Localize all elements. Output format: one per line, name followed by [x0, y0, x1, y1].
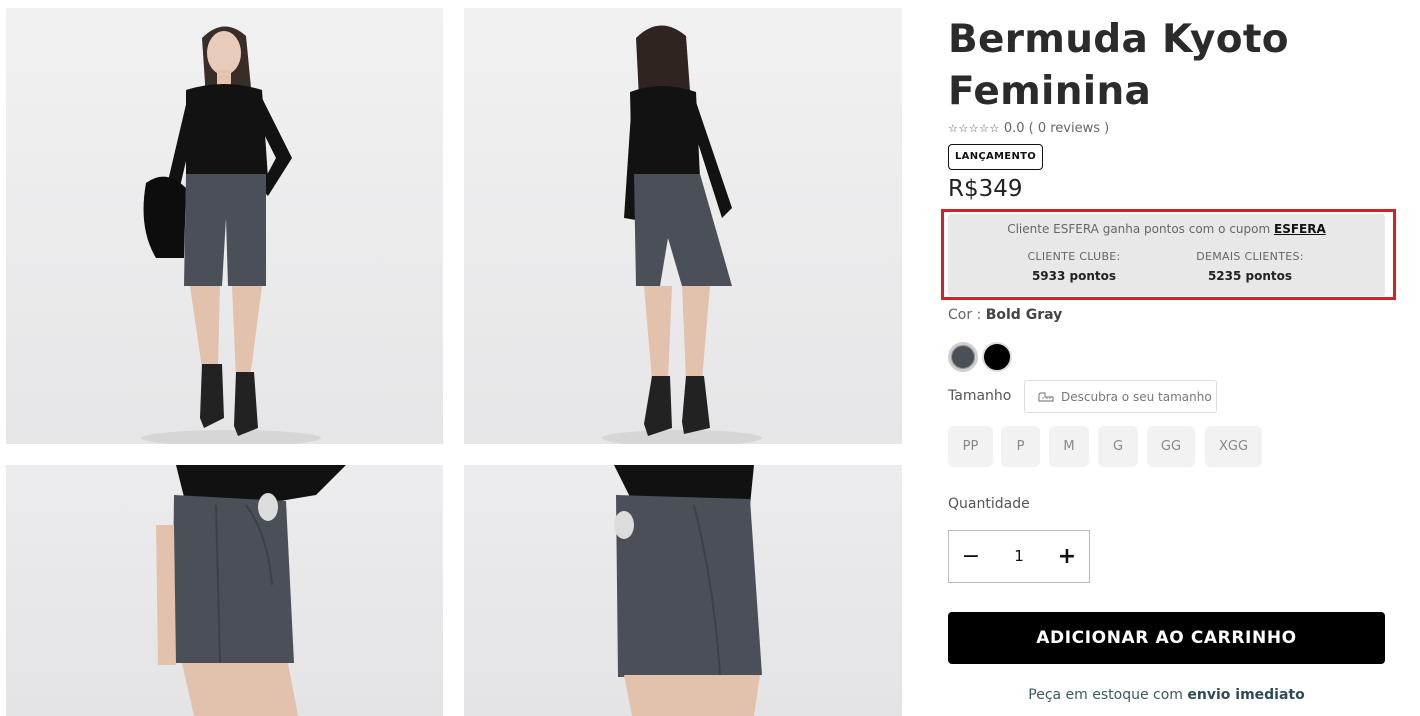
product-photo-back[interactable] — [464, 8, 902, 444]
product-price: R$349 — [948, 176, 1023, 202]
rating-text: 0.0 ( 0 reviews ) — [1003, 121, 1110, 136]
ruler-icon — [1038, 391, 1054, 402]
quantity-label: Quantidade — [948, 496, 1030, 512]
size-option-p[interactable]: P — [1001, 426, 1040, 467]
color-label: Cor : — [948, 307, 982, 323]
model-back-illustration — [602, 25, 762, 444]
product-photo-front[interactable] — [6, 8, 443, 444]
size-guide-button[interactable]: Descubra o seu tamanho — [1024, 380, 1217, 413]
stock-prefix: Peça em estoque com — [1028, 687, 1183, 703]
stock-message: Peça em estoque com envio imediato — [948, 687, 1385, 703]
product-title: Bermuda Kyoto Feminina — [948, 17, 1289, 114]
size-label: Tamanho — [948, 388, 1012, 404]
quantity-value[interactable]: 1 — [993, 531, 1045, 582]
rating-summary[interactable]: ☆☆☆☆☆ 0.0 ( 0 reviews ) — [948, 121, 1109, 136]
color-swatch-black[interactable] — [982, 342, 1012, 372]
size-guide-label: Descubra o seu tamanho — [1061, 389, 1212, 404]
shorts-side-detail-illustration — [156, 465, 346, 716]
quantity-stepper: − 1 + — [948, 530, 1090, 583]
color-selected-name: Bold Gray — [985, 307, 1063, 323]
highlight-outline — [941, 209, 1396, 300]
stock-highlight: envio imediato — [1187, 687, 1305, 703]
model-front-illustration — [141, 26, 321, 444]
size-option-gg[interactable]: GG — [1147, 426, 1195, 467]
size-option-xgg[interactable]: XGG — [1205, 426, 1262, 467]
quantity-plus-icon[interactable]: + — [1045, 531, 1089, 582]
size-option-g[interactable]: G — [1098, 426, 1138, 467]
quantity-minus-icon[interactable]: − — [949, 531, 993, 582]
color-swatch-bold-gray[interactable] — [948, 342, 978, 372]
launch-badge: LANÇAMENTO — [948, 144, 1044, 170]
product-photo-side-detail[interactable] — [6, 465, 443, 716]
size-option-m[interactable]: M — [1049, 426, 1089, 467]
size-option-pp[interactable]: PP — [948, 426, 993, 467]
star-rating-icon: ☆☆☆☆☆ — [948, 122, 1000, 135]
color-selection: Cor : Bold Gray — [948, 307, 1062, 323]
add-to-cart-button[interactable]: ADICIONAR AO CARRINHO — [948, 612, 1385, 664]
product-photo-back-detail[interactable] — [464, 465, 902, 716]
shorts-back-detail-illustration — [614, 465, 762, 716]
